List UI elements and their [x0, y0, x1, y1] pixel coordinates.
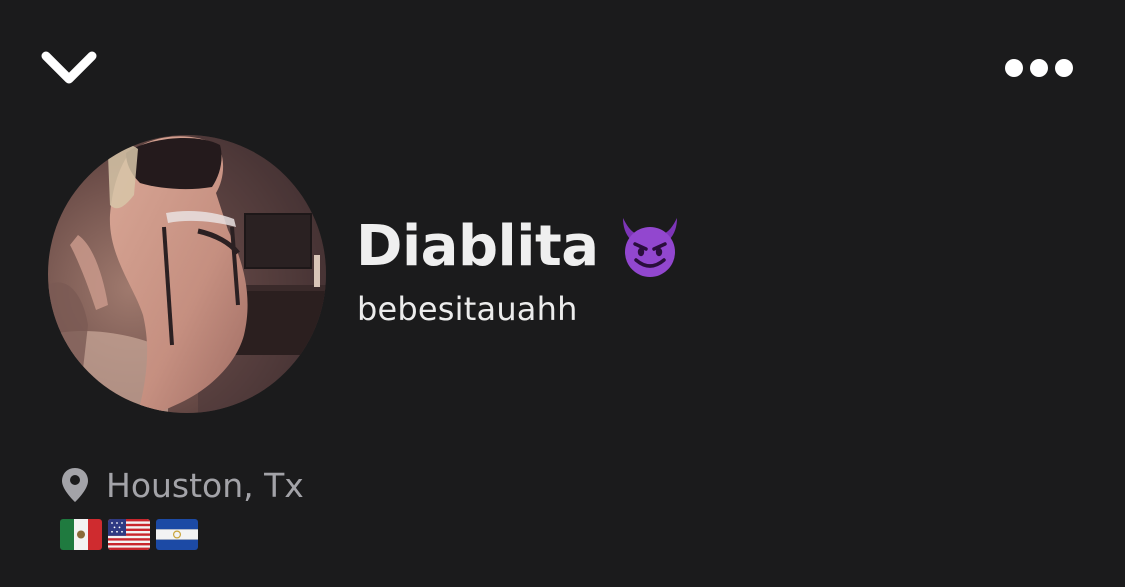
location-text: Houston, Tx — [106, 465, 304, 505]
display-name-row: Diablita — [356, 210, 683, 284]
flags-row — [60, 519, 198, 550]
collapse-button[interactable] — [36, 44, 102, 90]
location-row: Houston, Tx — [60, 465, 304, 505]
more-options-button[interactable] — [998, 50, 1080, 86]
location-pin-icon — [62, 468, 88, 502]
display-name: Diablita — [356, 214, 599, 279]
mexico-flag-icon — [60, 519, 102, 550]
chevron-down-icon — [41, 51, 97, 84]
smiling-face-with-horns-icon — [622, 218, 677, 277]
more-dots-icon — [1005, 59, 1073, 77]
usa-flag-icon — [108, 519, 150, 550]
username: bebesitauahh — [357, 290, 578, 328]
avatar-image — [48, 135, 326, 413]
profile-avatar[interactable] — [48, 135, 326, 413]
el-salvador-flag-icon — [156, 519, 198, 550]
